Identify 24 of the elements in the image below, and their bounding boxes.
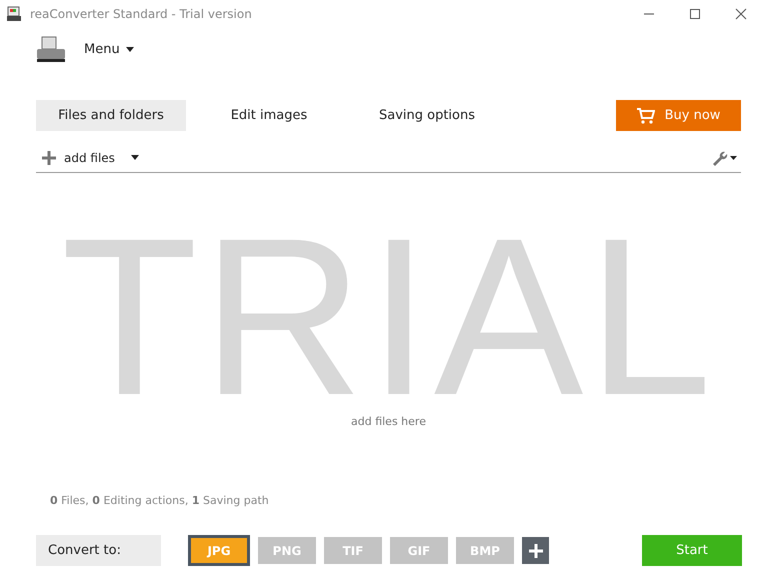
tab[interactable]: Files and folders bbox=[36, 100, 186, 131]
caret-icon bbox=[126, 46, 134, 52]
app-icon bbox=[6, 6, 22, 22]
format-button[interactable]: TIF bbox=[324, 537, 382, 564]
close-icon[interactable] bbox=[735, 8, 747, 20]
status-text: 0 Files, 0 Editing actions, 1 Saving path bbox=[50, 494, 270, 507]
scanner-icon bbox=[36, 35, 66, 63]
window-title: reaConverter Standard - Trial version bbox=[30, 7, 252, 21]
maximize-icon[interactable] bbox=[689, 8, 701, 20]
caret-icon bbox=[130, 155, 139, 160]
plus-icon bbox=[528, 544, 542, 558]
add-format-button[interactable] bbox=[522, 537, 549, 564]
format-button[interactable]: GIF bbox=[390, 537, 448, 564]
convert-to-label: Convert to: bbox=[36, 535, 161, 566]
menu-button[interactable]: Menu bbox=[80, 42, 138, 56]
plus-icon bbox=[42, 150, 56, 164]
format-button[interactable]: BMP bbox=[456, 537, 514, 564]
drop-hint: add files here bbox=[351, 415, 426, 428]
buy-now-button[interactable]: Buy now bbox=[616, 100, 741, 131]
format-button[interactable]: PNG bbox=[258, 537, 316, 564]
start-button[interactable]: Start bbox=[642, 535, 742, 566]
add-files-button[interactable]: add files bbox=[36, 150, 145, 164]
format-button[interactable]: JPG bbox=[188, 535, 250, 566]
cart-icon bbox=[636, 108, 655, 124]
